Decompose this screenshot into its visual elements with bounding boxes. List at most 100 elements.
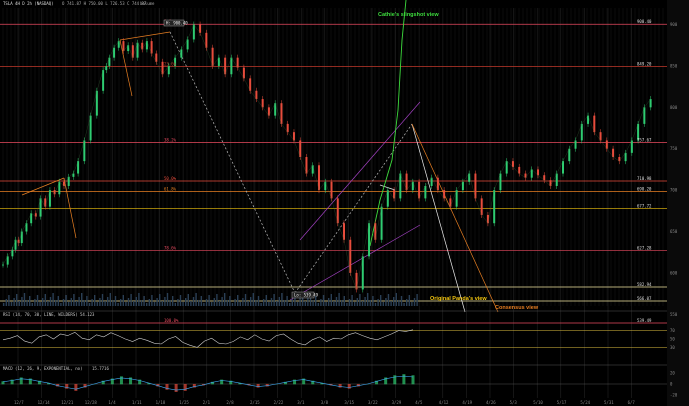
time-axis-label: 4/26 (486, 400, 496, 405)
candle-body (280, 103, 283, 124)
candle-body (361, 256, 364, 290)
volume-bar (161, 301, 163, 306)
volume-bar (156, 298, 158, 306)
volume-bar (286, 296, 288, 306)
volume-bar (315, 296, 317, 306)
volume-bar (260, 303, 262, 306)
volume-bar (406, 299, 408, 306)
volume-bar (398, 300, 400, 306)
rsi-plot (0, 329, 667, 348)
candle-body (411, 181, 414, 191)
volume-bar (159, 294, 161, 306)
volume-bar (351, 295, 353, 306)
time-axis-label: 1/11 (132, 400, 142, 405)
volume-bar (380, 295, 382, 306)
time-axis-label: 3/15 (344, 400, 354, 405)
chart-canvas[interactable]: TSLA 4H D 2h (NASDAQ) O 741.87 H 750.00 … (0, 0, 689, 406)
volume-bar (169, 300, 171, 306)
volume-bar (65, 295, 67, 306)
volume-bar (372, 296, 374, 306)
candle-body (299, 140, 302, 157)
volume-bar (377, 299, 379, 306)
candle-body (167, 65, 170, 75)
candle-body (405, 173, 408, 191)
volume-bar (307, 297, 309, 306)
volume-bar (413, 298, 416, 306)
level-price-label: 539.49 (637, 318, 652, 323)
volume-bar (411, 302, 413, 306)
volume-bar (325, 302, 327, 306)
volume-bar (109, 293, 111, 306)
volume-bar (36, 295, 39, 306)
volume-bar (270, 298, 273, 306)
level-labels: 900.400.0%849.2023.6%757.6738.2%710.9850… (164, 19, 688, 323)
level-price-label: 566.07 (637, 296, 652, 301)
candle-body (14, 239, 17, 250)
candle-body (2, 264, 4, 266)
macd-histogram-bar (19, 377, 23, 385)
time-axis-label: 3/22 (368, 400, 378, 405)
macd-title: MACD (12, 26, 9, EXPONENTIAL, no) (3, 366, 82, 371)
candle-body (530, 169, 533, 178)
candle-body (399, 173, 402, 199)
macd-plot (0, 374, 667, 392)
volume-bar (44, 294, 46, 306)
volume-bar (26, 300, 28, 306)
level-price-label: 710.98 (637, 176, 652, 181)
price-axis-label: 900 (670, 22, 678, 27)
volume-bar (268, 302, 270, 306)
candle-body (368, 223, 371, 257)
candle-body (505, 161, 508, 174)
volume-bar (62, 299, 65, 306)
candle-body (108, 57, 111, 66)
volume-bar (205, 299, 208, 306)
candle-body (324, 181, 327, 191)
volume-bar (21, 297, 23, 306)
time-axis-label: 6/7 (628, 400, 636, 405)
time-axis: 12/7 12/14 12/21 12/28 1/4 1/11 1/18 1/25 2/1 2/8… (14, 400, 635, 405)
volume-bar (47, 301, 49, 306)
volume-bar (312, 300, 314, 306)
price-axis-label: 800 (670, 105, 678, 110)
time-axis-label: 3/29 (392, 400, 402, 405)
level-price-label: 849.20 (637, 62, 652, 67)
level-percent-label: 61.8% (164, 187, 177, 192)
rsi-line (2, 329, 414, 348)
volume-bar (237, 295, 239, 306)
volume-bar (335, 297, 338, 306)
volume-bar (374, 303, 377, 306)
time-axis-label: 1/25 (179, 400, 189, 405)
time-axis-label: 4/19 (462, 400, 472, 405)
volume-bar (263, 299, 265, 306)
level-percent-label: 50.0% (164, 176, 177, 181)
candle-body (20, 231, 23, 244)
volume-bar (10, 302, 13, 306)
volume-bar (216, 294, 218, 306)
time-axis-label: 12/7 (14, 400, 24, 405)
volume-bar (49, 297, 52, 306)
volume-bar (234, 299, 236, 306)
volume-bar (190, 301, 192, 306)
high-label: H: 900.40 (166, 21, 188, 26)
candle-body (343, 223, 346, 240)
macd-line (2, 375, 414, 391)
ohlc-readout: O 741.87 H 750.00 L 726.53 C 744.97 (62, 1, 147, 6)
volume-bar (283, 300, 286, 306)
volume-bar (73, 294, 75, 306)
level-price-label: 627.28 (637, 245, 652, 250)
candle-body (286, 123, 289, 133)
rsi-title: RSI (14, 70, 30, LINE, WILDERS) (3, 312, 78, 317)
consensus-view-note: Consensus view (495, 305, 539, 311)
volume-bar (60, 303, 62, 306)
volume-bar (367, 293, 369, 306)
volume-bar (101, 294, 104, 306)
price-axis-label: 650 (670, 229, 678, 234)
volume-bar (218, 301, 221, 306)
projection-line (63, 177, 77, 239)
volume-bar (55, 300, 57, 306)
candle-body (355, 272, 358, 290)
volume-bar (114, 296, 117, 306)
volume-bar (130, 294, 132, 306)
volume-bar (143, 296, 145, 306)
volume-bar (198, 300, 200, 306)
